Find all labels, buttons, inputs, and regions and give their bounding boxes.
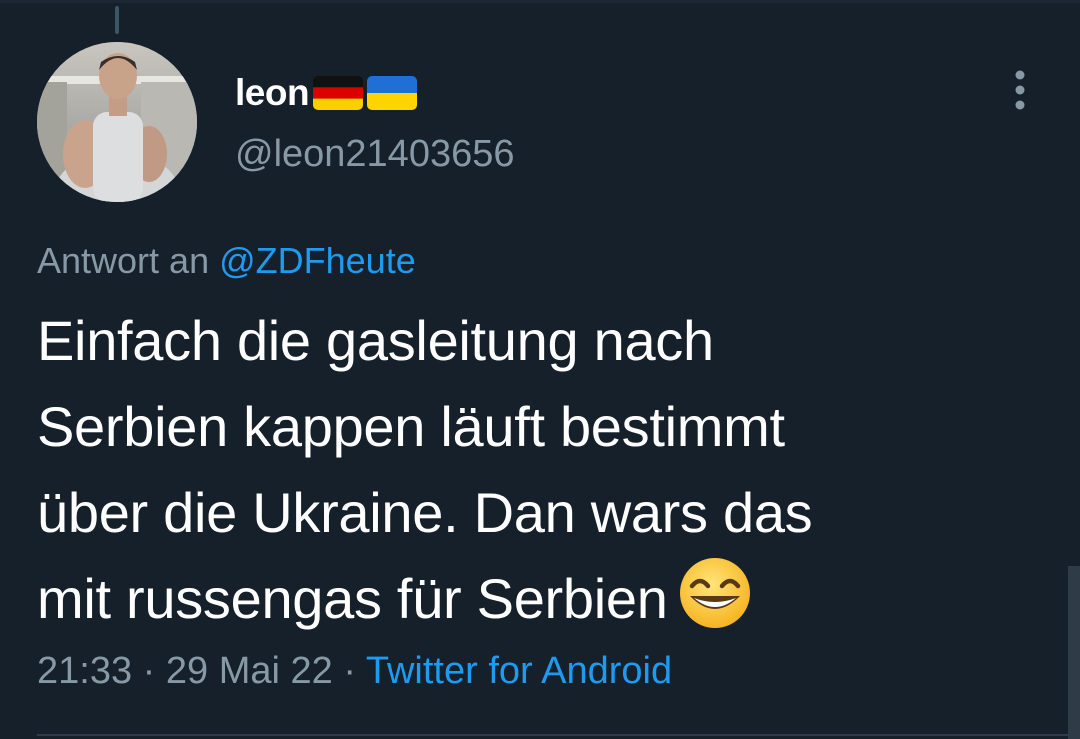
meta-separator: · (142, 650, 156, 692)
meta-separator: · (343, 650, 356, 692)
tweet-text-line: mit russengas für Serbien (37, 567, 668, 630)
tweet-text-line-with-emoji: mit russengas für Serbien (37, 556, 1027, 642)
avatar[interactable] (37, 42, 197, 202)
tweet-text-line: über die Ukraine. Dan wars das (37, 481, 813, 544)
reply-context: Antwort an @ZDFheute (37, 240, 416, 282)
more-vertical-icon[interactable] (1003, 68, 1037, 114)
tweet-date[interactable]: 29 Mai 22 (166, 650, 333, 692)
tweet-detail-view: leon @leon21403656 Antwort an @ZDFheute (0, 0, 1080, 739)
germany-flag-icon (313, 76, 364, 110)
tweet-time[interactable]: 21:33 (37, 650, 132, 692)
tweet-text-line: Serbien kappen läuft bestimmt (37, 395, 785, 458)
tweet-source-link[interactable]: Twitter for Android (366, 650, 672, 692)
ukraine-flag-icon (367, 76, 418, 110)
tweet-meta: 21:33 · 29 Mai 22 · Twitter for Android (37, 650, 672, 693)
reply-mention-link[interactable]: @ZDFheute (219, 240, 416, 281)
reply-prefix: Antwort an (37, 240, 210, 281)
top-divider (0, 0, 1080, 3)
tweet-text: Einfach die gasleitung nach Serbien kapp… (37, 298, 1027, 642)
grinning-face-emoji-icon (678, 556, 752, 630)
user-handle[interactable]: @leon21403656 (235, 133, 515, 176)
bottom-divider (37, 734, 1068, 736)
scrollbar[interactable] (1068, 566, 1080, 739)
display-name-row[interactable]: leon (235, 70, 418, 116)
thread-connector-line (115, 6, 119, 34)
tweet-text-line: Einfach die gasleitung nach (37, 309, 714, 372)
display-name[interactable]: leon (235, 72, 310, 114)
